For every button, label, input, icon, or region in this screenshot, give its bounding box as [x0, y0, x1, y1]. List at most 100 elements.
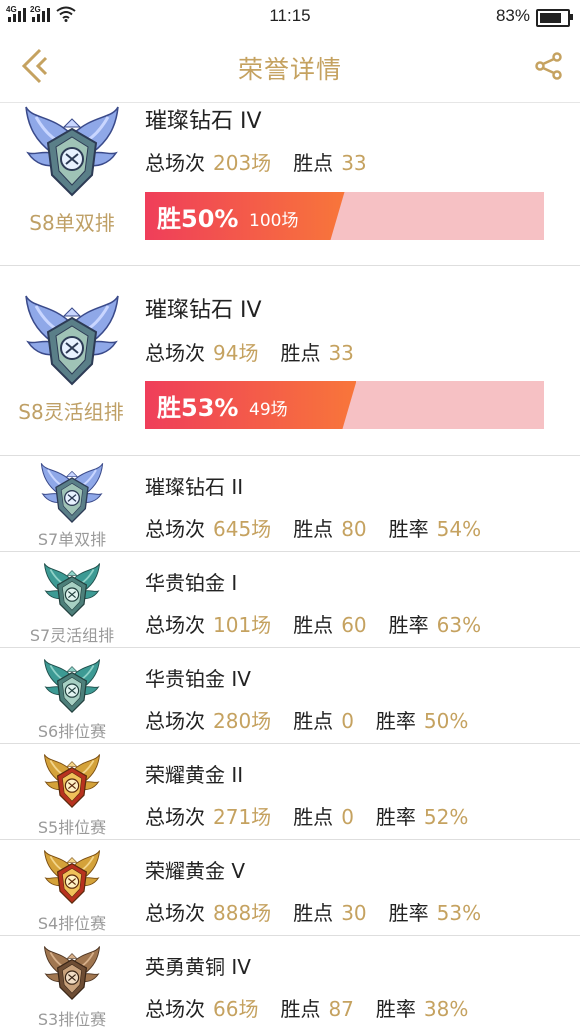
games-value: 94场 [213, 341, 259, 365]
status-bar: 4G 2G 11:15 83% [0, 0, 580, 32]
season-card[interactable]: S4排位赛 荣耀黄金 V 总场次 888场 胜点 30 胜率 53% [0, 840, 580, 936]
win-rate-bar: 胜50% 100场 [145, 192, 544, 240]
season-label: S4排位赛 [37, 914, 107, 933]
stats-line: 总场次 101场 胜点 60 胜率 63% [145, 609, 503, 638]
rank-title: 华贵铂金 I [145, 571, 238, 595]
win-rate-text: 胜50% [157, 199, 238, 234]
rank-title: 英勇黄铜 IV [145, 955, 251, 979]
points-label: 胜点 [293, 517, 334, 541]
gold-tier-icon [42, 750, 102, 814]
stats-line: 总场次 271场 胜点 0 胜率 52% [145, 801, 490, 830]
points-label: 胜点 [293, 709, 334, 733]
games-label: 总场次 [145, 805, 205, 829]
season-label: S3排位赛 [37, 1010, 107, 1029]
points-value: 0 [341, 805, 354, 829]
games-label: 总场次 [145, 901, 205, 925]
win-rate-bar: 胜53% 49场 [145, 381, 544, 429]
season-card[interactable]: S8单双排 璀璨钻石 IV 总场次 203场 胜点 33 胜50% 100场 [0, 103, 580, 266]
games-value: 66场 [213, 997, 259, 1021]
win-rate-label: 胜率 [375, 709, 416, 733]
stats-line: 总场次 888场 胜点 30 胜率 53% [145, 897, 503, 926]
win-rate-value: 63% [436, 613, 482, 637]
rank-title: 荣耀黄金 V [145, 859, 246, 883]
battery-percent: 83% [495, 6, 530, 25]
diamond-tier-icon [22, 294, 122, 390]
season-card[interactable]: S7单双排 璀璨钻石 II 总场次 645场 胜点 80 胜率 54% [0, 456, 580, 552]
season-card[interactable]: S5排位赛 荣耀黄金 II 总场次 271场 胜点 0 胜率 52% [0, 744, 580, 840]
win-rate-value: 50% [181, 205, 239, 233]
games-value: 101场 [213, 613, 272, 637]
games-value: 280场 [213, 709, 272, 733]
season-label: S7灵活组排 [29, 626, 115, 645]
stats-line: 总场次 66场 胜点 87 胜率 38% [145, 993, 490, 1022]
honor-list: S8单双排 璀璨钻石 IV 总场次 203场 胜点 33 胜50% 100场 S8灵活… [0, 103, 580, 1031]
win-rate-label: 胜率 [388, 901, 429, 925]
games-label: 总场次 [145, 613, 205, 637]
season-card[interactable]: S8灵活组排 璀璨钻石 IV 总场次 94场 胜点 33 胜53% 49场 [0, 266, 580, 456]
games-value: 888场 [213, 901, 272, 925]
nav-bar: 荣誉详情 [0, 32, 580, 103]
points-value: 30 [341, 901, 367, 925]
status-time: 11:15 [269, 6, 311, 25]
rank-title: 璀璨钻石 IV [145, 109, 262, 134]
win-rate-value: 54% [436, 517, 482, 541]
bronze-tier-icon [42, 942, 102, 1006]
gold-tier-icon [42, 846, 102, 910]
stats-line: 总场次 203场 胜点 33 [145, 147, 389, 176]
stats-line: 总场次 94场 胜点 33 [145, 337, 376, 366]
games-value: 203场 [213, 151, 272, 175]
games-label: 总场次 [145, 997, 205, 1021]
win-rate-value: 52% [423, 805, 469, 829]
win-rate-label: 胜率 [375, 805, 416, 829]
win-rate-text: 胜53% [157, 388, 238, 423]
wins-count: 100场 [249, 211, 299, 231]
points-label: 胜点 [280, 997, 321, 1021]
games-label: 总场次 [145, 151, 205, 175]
season-card[interactable]: S6排位赛 华贵铂金 IV 总场次 280场 胜点 0 胜率 50% [0, 648, 580, 744]
wins-count: 49场 [249, 400, 288, 420]
points-value: 0 [341, 709, 354, 733]
share-icon[interactable] [534, 51, 564, 81]
games-label: 总场次 [145, 709, 205, 733]
season-label: S6排位赛 [37, 722, 107, 741]
win-rate-value: 38% [423, 997, 469, 1021]
win-rate-value: 53% [436, 901, 482, 925]
points-value: 33 [341, 151, 367, 175]
season-card[interactable]: S7灵活组排 华贵铂金 I 总场次 101场 胜点 60 胜率 63% [0, 552, 580, 648]
platinum-tier-icon [42, 560, 102, 622]
battery-icon [536, 9, 573, 27]
win-rate-label: 胜率 [388, 517, 429, 541]
games-value: 271场 [213, 805, 272, 829]
games-label: 总场次 [145, 517, 205, 541]
points-label: 胜点 [293, 613, 334, 637]
season-label: S7单双排 [37, 530, 107, 549]
rank-title: 华贵铂金 IV [145, 667, 251, 691]
season-label: S8灵活组排 [18, 400, 124, 424]
games-label: 总场次 [145, 341, 205, 365]
rank-title: 璀璨钻石 II [145, 475, 244, 499]
stats-line: 总场次 280场 胜点 0 胜率 50% [145, 705, 490, 734]
points-label: 胜点 [280, 341, 321, 365]
win-prefix: 胜 [157, 394, 181, 422]
win-rate-label: 胜率 [375, 997, 416, 1021]
points-value: 80 [341, 517, 367, 541]
points-label: 胜点 [293, 151, 334, 175]
stats-line: 总场次 645场 胜点 80 胜率 54% [145, 513, 503, 542]
points-label: 胜点 [293, 805, 334, 829]
rank-title: 璀璨钻石 IV [145, 298, 262, 323]
win-rate-value: 53% [181, 394, 239, 422]
points-value: 87 [328, 997, 354, 1021]
diamond-tier-icon [22, 105, 122, 201]
points-value: 33 [328, 341, 354, 365]
rank-title: 荣耀黄金 II [145, 763, 244, 787]
season-card[interactable]: S3排位赛 英勇黄铜 IV 总场次 66场 胜点 87 胜率 38% [0, 936, 580, 1031]
page-title: 荣誉详情 [237, 55, 342, 84]
season-label: S5排位赛 [37, 818, 107, 837]
win-rate-label: 胜率 [388, 613, 429, 637]
win-prefix: 胜 [157, 205, 181, 233]
points-label: 胜点 [293, 901, 334, 925]
season-label: S8单双排 [29, 211, 115, 235]
diamond-tier-icon [38, 462, 106, 526]
points-value: 60 [341, 613, 367, 637]
platinum-tier-icon [42, 656, 102, 718]
